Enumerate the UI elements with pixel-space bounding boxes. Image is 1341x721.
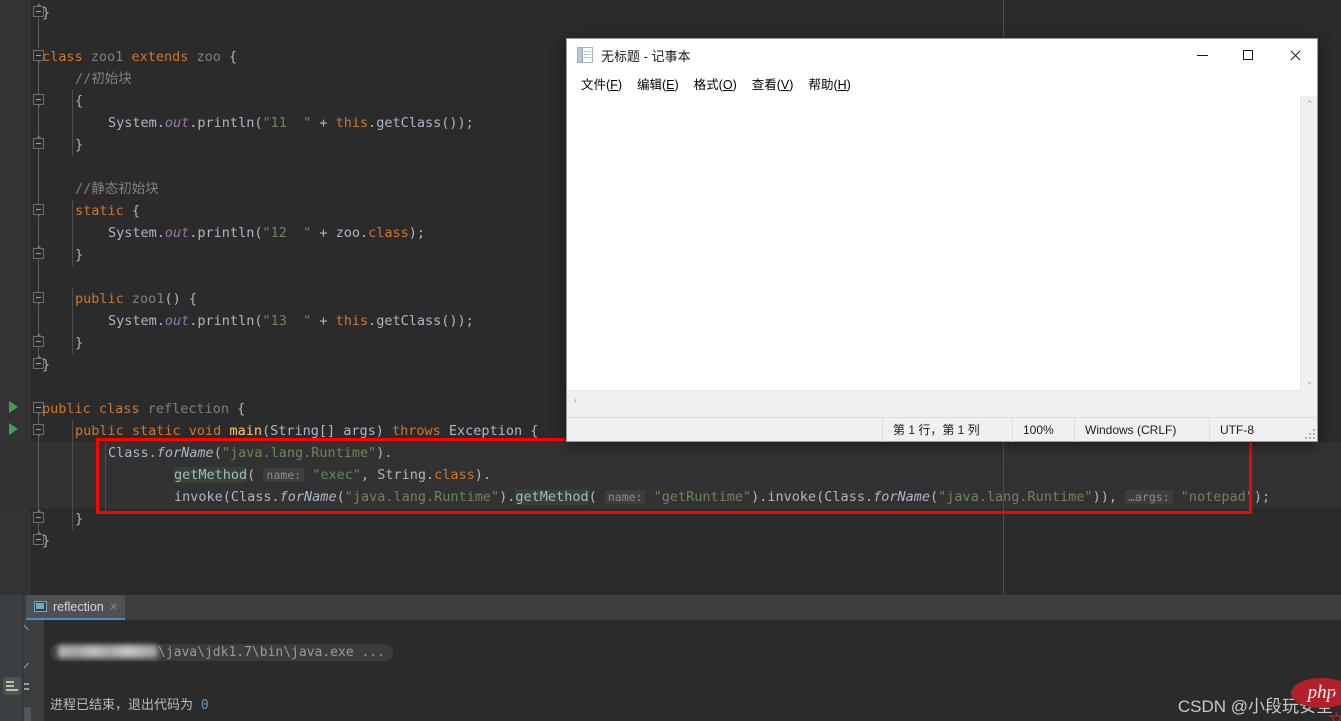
code-line: System.out.println("12 " + zoo.class); [108, 225, 426, 241]
code-line: System.out.println("13 " + this.getClass… [108, 313, 474, 329]
code-line-highlighted: invoke(Class.forName("java.lang.Runtime"… [174, 489, 1271, 505]
menu-file-label: 文件( [581, 77, 611, 92]
window-controls[interactable] [1179, 39, 1317, 71]
menu-edit-key: E [666, 77, 675, 92]
console-exit-code: 0 [200, 698, 209, 713]
console-command-line: \java\jdk1.7\bin\java.exe ... [50, 644, 393, 661]
horizontal-scrollbar[interactable]: ‹ [567, 390, 1300, 407]
console-command-suffix: \java\jdk1.7\bin\java.exe ... [158, 645, 385, 660]
console-tab-icon [34, 601, 47, 612]
menu-format[interactable]: 格式(O) [688, 72, 743, 95]
notepad-title: 无标题 - 记事本 [601, 48, 691, 64]
menu-view-suffix: ) [789, 77, 794, 92]
menu-edit-suffix: ) [674, 77, 679, 92]
menu-format-label: 格式( [693, 77, 723, 92]
resize-grip-icon[interactable] [1305, 429, 1315, 439]
code-line: //静态初始块 [75, 181, 159, 197]
run-console-panel[interactable]: 行: reflection × \java\jdk1.7\bin\java.ex… [0, 595, 1341, 721]
status-spacer [567, 418, 882, 442]
console-output[interactable]: \java\jdk1.7\bin\java.exe ... 进程已结束，退出代码… [44, 620, 1341, 721]
blurred-path [58, 645, 158, 658]
menu-view-key: V [780, 77, 790, 92]
code-line: static { [75, 203, 141, 219]
menu-file-suffix: ) [617, 77, 622, 92]
code-line: public zoo1() { [75, 291, 197, 307]
status-zoom: 100% [1012, 417, 1074, 442]
code-line: } [42, 533, 51, 549]
console-left-rail[interactable] [0, 595, 24, 721]
menu-help[interactable]: 帮助(H) [802, 72, 856, 95]
menu-help-key: H [837, 77, 847, 92]
code-line-highlighted: Class.forName("java.lang.Runtime"). [108, 445, 393, 461]
notepad-window[interactable]: 无标题 - 记事本 文件(F) 编辑(E) 格式(O) 查看(V) 帮助(H) … [566, 38, 1318, 442]
status-line-ending: Windows (CRLF) [1074, 417, 1209, 442]
minimize-button[interactable] [1179, 39, 1225, 71]
code-line: } [75, 247, 84, 263]
scroll-left-icon[interactable]: ‹ [567, 391, 584, 408]
code-line: class zoo1 extends zoo { [42, 49, 238, 65]
menu-help-suffix: ) [846, 77, 851, 92]
console-result-line: 进程已结束，退出代码为 0 [50, 694, 209, 713]
scroll-corner [1300, 390, 1317, 407]
close-icon [1289, 50, 1300, 61]
code-line-highlighted: getMethod( name: "exec", String.class). [174, 467, 492, 483]
menu-edit-label: 编辑( [636, 77, 667, 92]
scroll-down-icon[interactable]: ⌄ [1301, 373, 1318, 390]
menu-file-key: F [610, 77, 618, 92]
console-result-text: 进程已结束，退出代码为 [50, 698, 201, 713]
code-line: System.out.println("11 " + this.getClass… [108, 115, 474, 131]
console-rail-button[interactable] [3, 677, 21, 695]
close-button[interactable] [1271, 39, 1317, 71]
menu-view[interactable]: 查看(V) [746, 72, 800, 95]
code-line: //初始块 [75, 71, 132, 87]
code-line: } [75, 137, 84, 153]
menu-format-suffix: ) [732, 77, 737, 92]
status-encoding: UTF-8 [1209, 417, 1309, 442]
code-line: } [42, 5, 51, 21]
notepad-icon [577, 47, 593, 63]
notepad-statusbar: 第 1 行，第 1 列 100% Windows (CRLF) UTF-8 [567, 417, 1317, 442]
code-line: } [42, 357, 51, 373]
minimize-icon [1196, 54, 1208, 56]
notepad-text-area[interactable] [567, 96, 1300, 390]
code-line: public class reflection { [42, 401, 246, 417]
notepad-body[interactable]: ⌃ ⌄ ‹ [567, 95, 1317, 407]
maximize-button[interactable] [1225, 39, 1271, 71]
scroll-up-icon[interactable]: ⌃ [1301, 96, 1318, 113]
console-tab-reflection[interactable]: reflection × [26, 595, 126, 620]
code-line: } [75, 511, 84, 527]
menu-view-label: 查看( [751, 77, 781, 92]
menu-format-key: O [722, 77, 733, 92]
screen-root: } class zoo1 extends zoo { //初始块 { Syste… [0, 0, 1341, 721]
menu-help-label: 帮助( [808, 77, 838, 92]
vertical-scrollbar[interactable]: ⌃ ⌄ [1300, 96, 1317, 390]
code-line: { [75, 93, 84, 109]
menu-edit[interactable]: 编辑(E) [631, 72, 685, 95]
menu-file[interactable]: 文件(F) [575, 72, 628, 95]
code-line: public static void main(String[] args) t… [75, 423, 539, 439]
notepad-menubar[interactable]: 文件(F) 编辑(E) 格式(O) 查看(V) 帮助(H) [567, 71, 1317, 95]
console-tab-close-icon[interactable]: × [110, 600, 118, 613]
console-tab-label: reflection [53, 599, 104, 614]
code-line: } [75, 335, 84, 351]
status-cursor-position: 第 1 行，第 1 列 [882, 417, 1012, 442]
maximize-icon [1243, 50, 1253, 60]
notepad-titlebar[interactable]: 无标题 - 记事本 [567, 39, 1317, 71]
console-tabbar[interactable]: 行: reflection × [0, 595, 1341, 620]
